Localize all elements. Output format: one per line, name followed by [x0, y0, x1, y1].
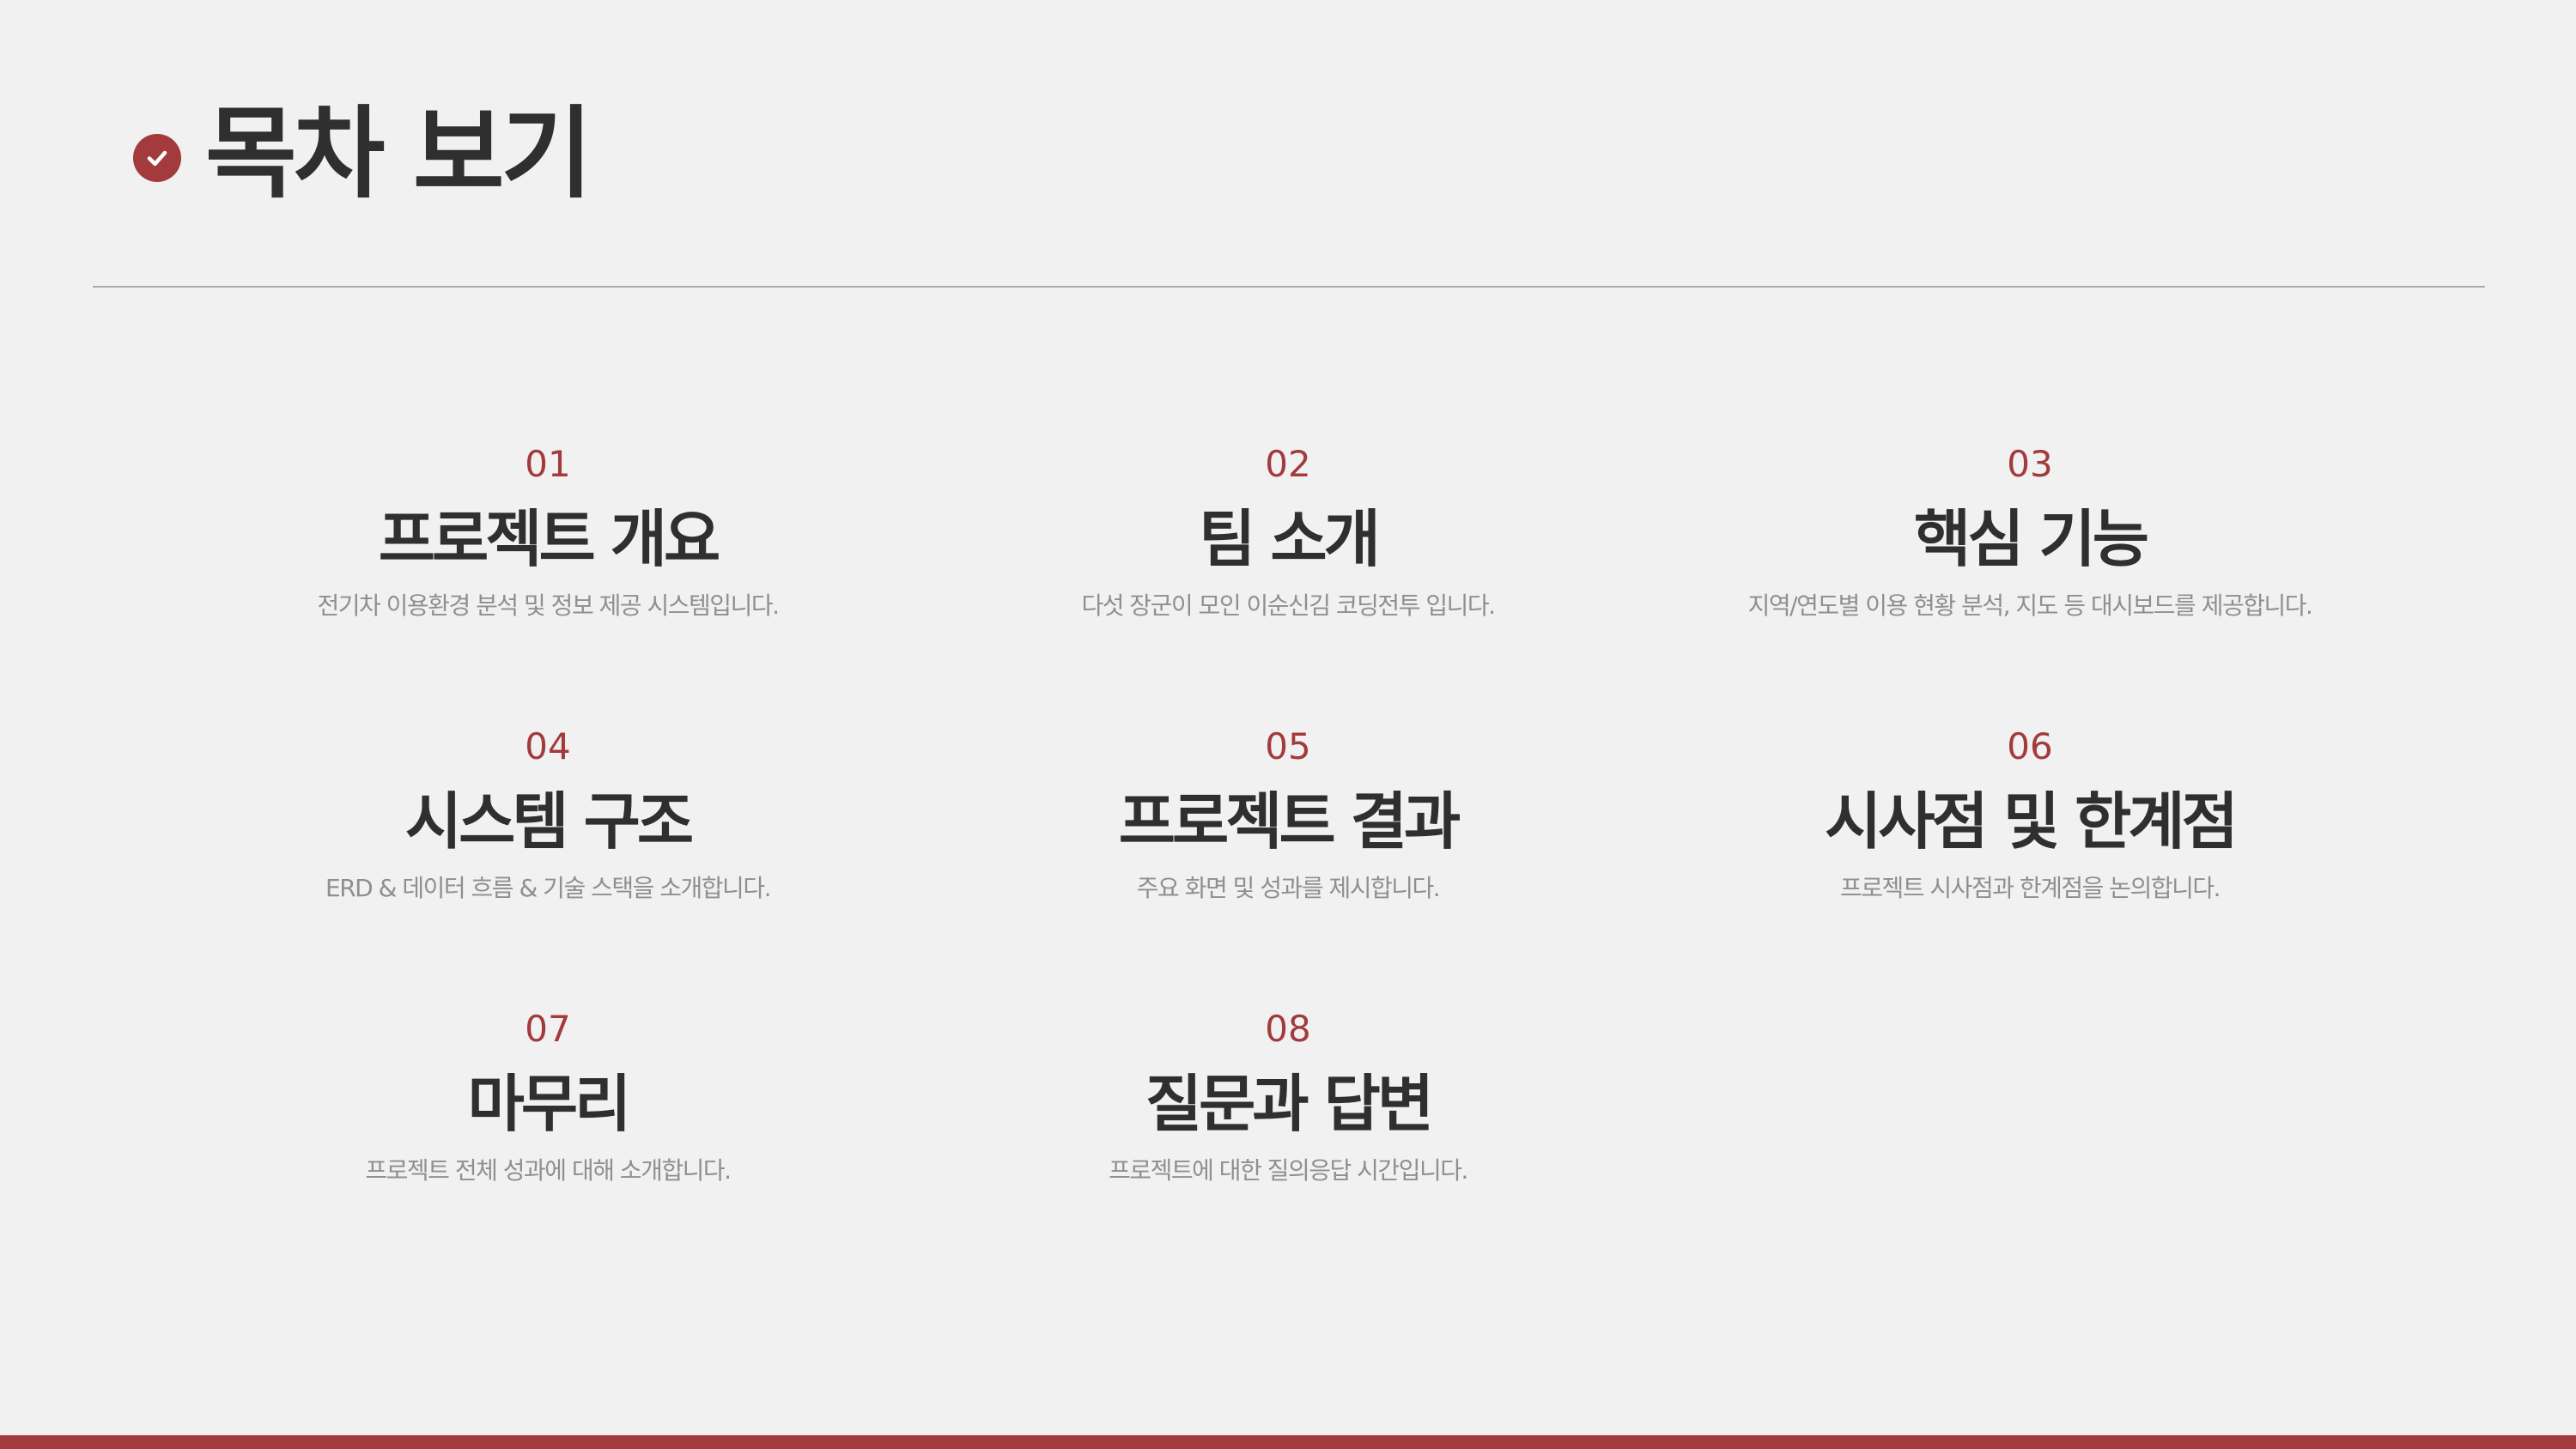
toc-item-03[interactable]: 03 핵심 기능 지역/연도별 이용 현황 분석, 지도 등 대시보드를 제공합…	[1704, 446, 2356, 618]
toc-item-description: 주요 화면 및 성과를 제시합니다.	[1136, 874, 1441, 902]
toc-item-number: 08	[1265, 1008, 1311, 1050]
toc-item-04[interactable]: 04 시스템 구조 ERD & 데이터 흐름 & 기술 스택을 소개합니다.	[222, 729, 874, 900]
toc-item-07[interactable]: 07 마무리 프로젝트 전체 성과에 대해 소개합니다.	[222, 1011, 874, 1183]
toc-item-number: 04	[525, 725, 571, 767]
toc-item-description: 지역/연도별 이용 현황 분석, 지도 등 대시보드를 제공합니다.	[1747, 591, 2313, 620]
toc-item-description: 전기차 이용환경 분석 및 정보 제공 시스템입니다.	[317, 591, 780, 620]
toc-item-description: 프로젝트에 대한 질의응답 시간입니다.	[1109, 1156, 1468, 1185]
toc-item-description: 다섯 장군이 모인 이순신김 코딩전투 입니다.	[1081, 591, 1496, 620]
toc-item-title: 마무리	[467, 1068, 632, 1140]
toc-item-description: ERD & 데이터 흐름 & 기술 스택을 소개합니다.	[325, 874, 771, 902]
toc-item-title: 질문과 답변	[1145, 1068, 1434, 1140]
slide: 목차 보기 01 프로젝트 개요 전기차 이용환경 분석 및 정보 제공 시스템…	[0, 0, 2576, 1449]
toc-item-title: 프로젝트 개요	[378, 503, 721, 575]
toc-item-title: 팀 소개	[1199, 503, 1381, 575]
toc-item-number: 01	[525, 443, 571, 485]
toc-item-number: 02	[1265, 443, 1311, 485]
toc-item-number: 07	[525, 1008, 571, 1050]
toc-item-08[interactable]: 08 질문과 답변 프로젝트에 대한 질의응답 시간입니다.	[962, 1011, 1614, 1183]
toc-item-description: 프로젝트 시사점과 한계점을 논의합니다.	[1839, 874, 2221, 902]
toc-item-title: 시사점 및 한계점	[1825, 785, 2239, 858]
toc-item-01[interactable]: 01 프로젝트 개요 전기차 이용환경 분석 및 정보 제공 시스템입니다.	[222, 446, 874, 618]
toc-item-title: 시스템 구조	[404, 785, 694, 858]
toc-item-number: 05	[1265, 725, 1311, 767]
toc-item-05[interactable]: 05 프로젝트 결과 주요 화면 및 성과를 제시합니다.	[962, 729, 1614, 900]
toc-item-title: 핵심 기능	[1913, 503, 2149, 575]
toc-item-number: 06	[2007, 725, 2053, 767]
toc-item-number: 03	[2007, 443, 2053, 485]
toc-grid: 01 프로젝트 개요 전기차 이용환경 분석 및 정보 제공 시스템입니다. 0…	[0, 0, 2576, 1449]
toc-item-02[interactable]: 02 팀 소개 다섯 장군이 모인 이순신김 코딩전투 입니다.	[962, 446, 1614, 618]
toc-item-description: 프로젝트 전체 성과에 대해 소개합니다.	[365, 1156, 732, 1185]
toc-item-06[interactable]: 06 시사점 및 한계점 프로젝트 시사점과 한계점을 논의합니다.	[1704, 729, 2356, 900]
bottom-accent-bar	[0, 1435, 2576, 1449]
toc-item-title: 프로젝트 결과	[1118, 785, 1461, 858]
